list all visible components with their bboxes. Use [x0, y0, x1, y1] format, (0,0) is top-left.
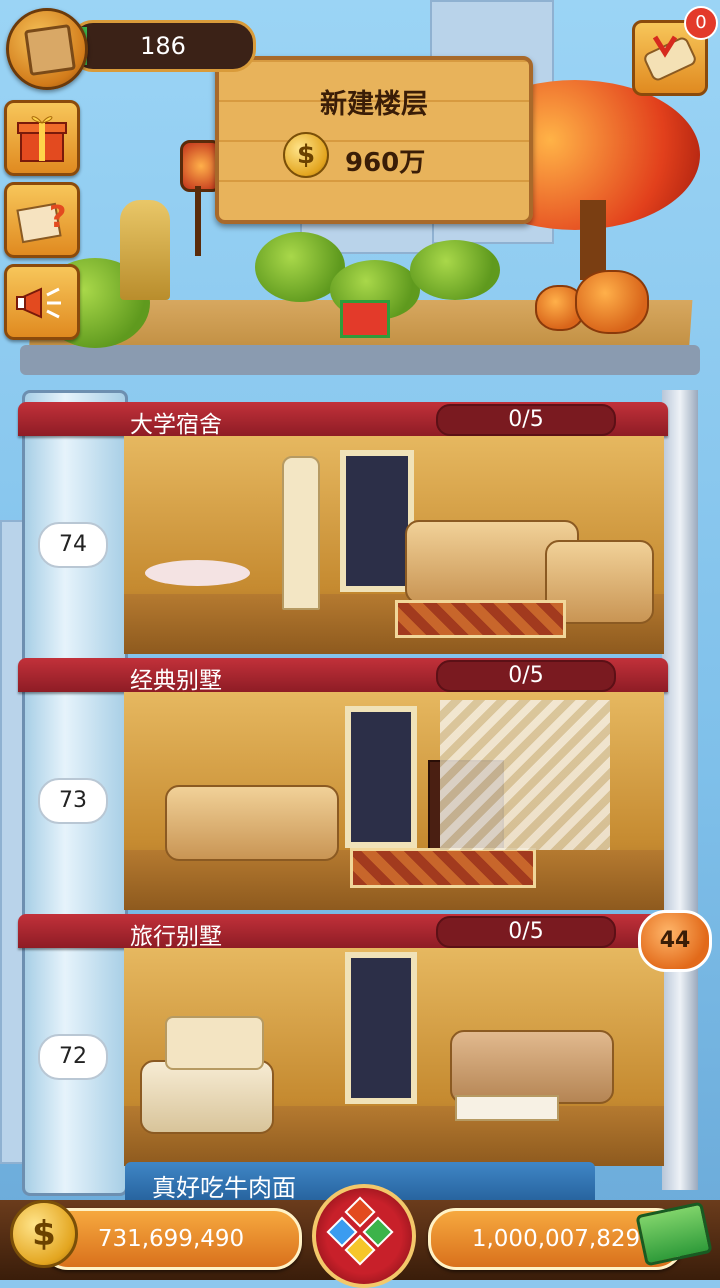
coffee-table	[455, 1095, 559, 1121]
diamond-grid-icon	[326, 1196, 394, 1266]
floor-name: 旅行别墅	[130, 924, 222, 950]
notification-badge: 0	[684, 6, 718, 40]
sign-title: 新建楼层	[320, 89, 428, 120]
door	[340, 450, 414, 592]
floor-progress: 0/5	[436, 660, 616, 692]
rug	[395, 600, 566, 638]
bed	[140, 1060, 274, 1134]
tower-right-wall	[662, 390, 698, 1190]
gift-button[interactable]	[4, 100, 80, 176]
present-icon	[340, 300, 390, 338]
chat-bubble-button[interactable]: 44	[638, 910, 712, 972]
gift-icon	[17, 116, 67, 162]
coins-display[interactable]: 731,699,490	[40, 1208, 302, 1270]
floor-level-number: 73	[38, 778, 108, 824]
coin-icon: $	[283, 132, 329, 178]
door	[345, 706, 417, 848]
quest-note-icon: ?	[16, 200, 66, 244]
tree-trunk	[580, 200, 606, 280]
sofa	[450, 1030, 614, 1104]
door	[345, 952, 417, 1104]
main-menu-button[interactable]	[312, 1184, 416, 1288]
megaphone-icon	[16, 287, 61, 319]
grandfather-clock	[282, 456, 320, 610]
top-counter: 186	[70, 20, 256, 72]
crate-icon	[24, 24, 76, 76]
bottom-floor-name: 真好吃牛肉面	[152, 1174, 296, 1202]
floor-progress: 0/5	[436, 404, 616, 436]
bush	[410, 240, 500, 300]
svg-text:?: ?	[49, 200, 66, 235]
staircase	[440, 700, 610, 850]
coin-icon: $	[10, 1200, 78, 1268]
roof-edge	[20, 345, 700, 375]
floor-level-number: 74	[38, 522, 108, 568]
haystack	[120, 200, 170, 300]
dining-table	[145, 560, 250, 586]
player-avatar[interactable]	[6, 8, 88, 90]
sofa	[165, 785, 339, 861]
new-floor-sign[interactable]: 新建楼层 $ 960万	[215, 56, 533, 224]
floor-progress: 0/5	[436, 916, 616, 948]
headboard	[165, 1016, 264, 1070]
announcement-button[interactable]	[4, 264, 80, 340]
floor-level-number: 72	[38, 1034, 108, 1080]
floor-name: 大学宿舍	[130, 412, 222, 438]
cash-value: 1,000,007,829	[471, 1226, 641, 1252]
quest-button[interactable]: ?	[4, 182, 80, 258]
rug	[350, 848, 536, 888]
pumpkin-icon	[575, 270, 649, 334]
lantern-pole	[195, 186, 201, 256]
floor-name: 经典别墅	[130, 668, 222, 694]
coins-value: 731,699,490	[97, 1226, 245, 1252]
top-count-value: 186	[140, 32, 186, 60]
new-floor-price: 960万	[345, 148, 426, 178]
